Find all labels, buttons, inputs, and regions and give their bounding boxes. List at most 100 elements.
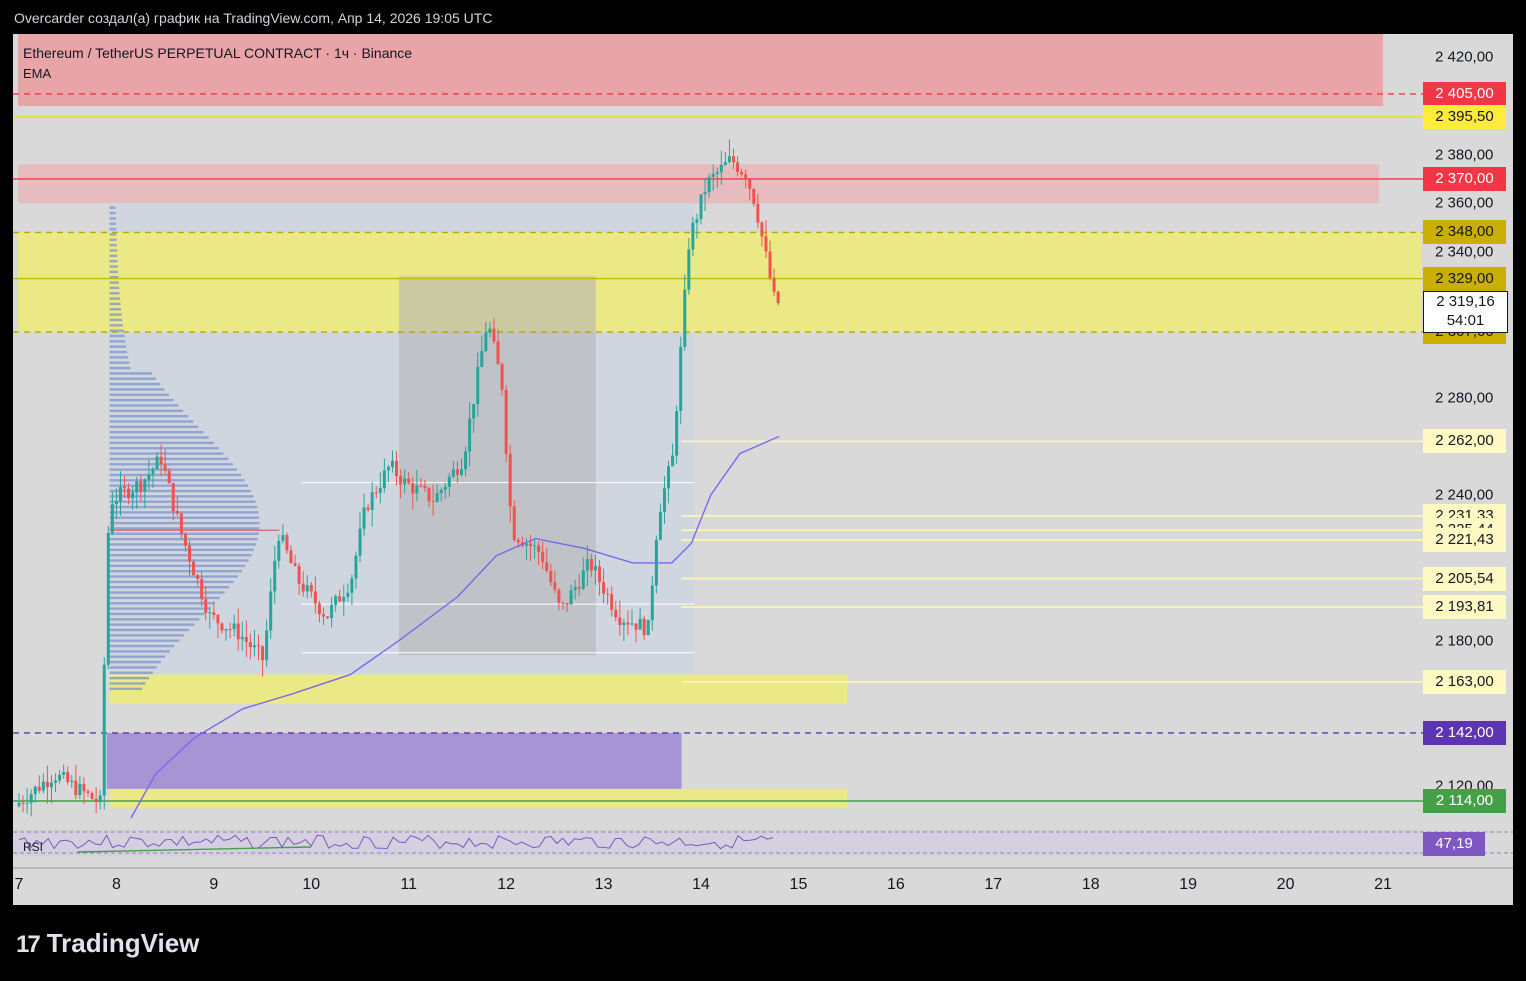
candle-body <box>285 535 289 551</box>
volume-profile-bar <box>109 516 260 519</box>
candle-body <box>179 513 183 534</box>
price-level-label: 2 193,81 <box>1423 595 1506 620</box>
candle-body <box>760 222 764 237</box>
candle-body <box>98 795 102 803</box>
candle-body <box>220 623 224 631</box>
candle-body <box>123 486 127 489</box>
candle-body <box>488 328 492 333</box>
volume-profile-bar <box>109 334 125 338</box>
volume-profile-bar <box>109 521 260 525</box>
candle-body <box>646 619 650 635</box>
candle-body <box>715 172 719 174</box>
price-tick-label: 2 420,00 <box>1435 48 1494 66</box>
candle-body <box>74 780 78 796</box>
current-price-label: 2 319,16 54:01 <box>1423 291 1508 334</box>
candle-body <box>403 478 407 485</box>
candle-body <box>529 543 533 546</box>
candle-body <box>374 492 378 494</box>
price-tick-label: 2 340,00 <box>1435 243 1494 261</box>
candle-body <box>155 456 159 470</box>
volume-profile-bar <box>109 388 165 391</box>
time-tick-label: 15 <box>789 876 808 893</box>
volume-profile-bar <box>109 639 180 642</box>
price-tick-label: 2 180,00 <box>1435 632 1494 650</box>
candle-body <box>508 453 512 507</box>
volume-profile-bar <box>109 484 249 487</box>
volume-profile-bar <box>109 489 251 493</box>
candle-body <box>776 291 780 304</box>
candle-body <box>139 481 143 492</box>
candle-body <box>106 532 110 665</box>
rsi-indicator-label[interactable]: RSI <box>23 840 43 854</box>
candle-body <box>585 558 589 571</box>
candle-body <box>183 533 187 546</box>
candle-body <box>257 645 261 647</box>
time-tick-label: 16 <box>886 876 905 893</box>
volume-profile-bar <box>109 313 122 316</box>
candle-body <box>362 507 366 529</box>
chart-panel[interactable]: Ethereum / TetherUS PERPETUAL CONTRACT ·… <box>13 34 1513 905</box>
volume-profile-bar <box>109 217 116 220</box>
volume-profile-bar <box>109 628 190 632</box>
time-tick-label: 9 <box>209 876 219 893</box>
volume-profile-bar <box>109 324 123 327</box>
candle-body <box>480 350 484 367</box>
candle-body <box>423 485 427 488</box>
candle-body <box>297 565 301 584</box>
candle-body <box>740 171 744 175</box>
candle-body <box>683 289 687 347</box>
candle-body <box>244 636 248 643</box>
volume-profile-bar <box>109 259 118 263</box>
candle-body <box>58 774 62 781</box>
time-tick-label: 17 <box>984 876 1003 893</box>
candle-body <box>719 164 723 173</box>
price-level-label: 2 405,00 <box>1423 81 1506 106</box>
time-axis[interactable]: 7 8 9 10 11 12 13 14 15 16 17 18 19 20 21 <box>13 872 1423 902</box>
volume-profile-bar <box>109 414 189 418</box>
candle-body <box>395 460 399 477</box>
candle-body <box>443 486 447 490</box>
volume-profile-bar <box>109 254 118 258</box>
candle-body <box>289 550 293 564</box>
candle-body <box>49 782 53 788</box>
volume-profile-bar <box>109 340 126 343</box>
volume-profile-bar <box>109 431 204 434</box>
candle-body <box>752 188 756 204</box>
zone-yellow-1 <box>109 674 848 704</box>
candle-body <box>378 487 382 493</box>
volume-profile-bar <box>109 457 229 461</box>
candle-body <box>281 535 285 541</box>
volume-profile-bar <box>109 345 127 348</box>
volume-profile-bar <box>109 559 249 562</box>
candle-body <box>143 479 147 492</box>
candle-body <box>618 617 622 626</box>
candle-body <box>439 489 443 494</box>
symbol-title[interactable]: Ethereum / TetherUS PERPETUAL CONTRACT ·… <box>23 45 412 61</box>
volume-profile-bar <box>109 671 153 674</box>
candle-body <box>415 485 419 494</box>
candle-body <box>135 481 139 493</box>
candle-body <box>431 501 435 503</box>
candle-body <box>455 469 459 475</box>
price-axis[interactable]: 2 420,00 2 380,00 2 360,00 2 340,00 2 280,00… <box>1423 34 1513 864</box>
candle-body <box>598 566 602 583</box>
volume-profile-bar <box>109 666 157 669</box>
candle-body <box>756 203 760 223</box>
volume-profile-bar <box>109 302 121 306</box>
candle-body <box>468 418 472 452</box>
chart-canvas[interactable] <box>13 34 1513 905</box>
volume-profile-bar <box>109 687 143 691</box>
volume-profile-bar <box>109 479 245 482</box>
time-tick-label: 19 <box>1179 876 1198 893</box>
candle-body <box>561 602 565 604</box>
candle-body <box>232 623 236 630</box>
ema-indicator-label[interactable]: EMA <box>23 66 51 81</box>
candle-body <box>484 332 488 351</box>
brand-name: TradingView <box>46 928 200 958</box>
candle-body <box>265 630 269 661</box>
candle-body <box>293 563 297 566</box>
volume-profile-bar <box>109 527 260 530</box>
volume-profile-bar <box>109 676 149 680</box>
candle-body <box>66 772 70 783</box>
volume-profile-bar <box>109 356 129 359</box>
